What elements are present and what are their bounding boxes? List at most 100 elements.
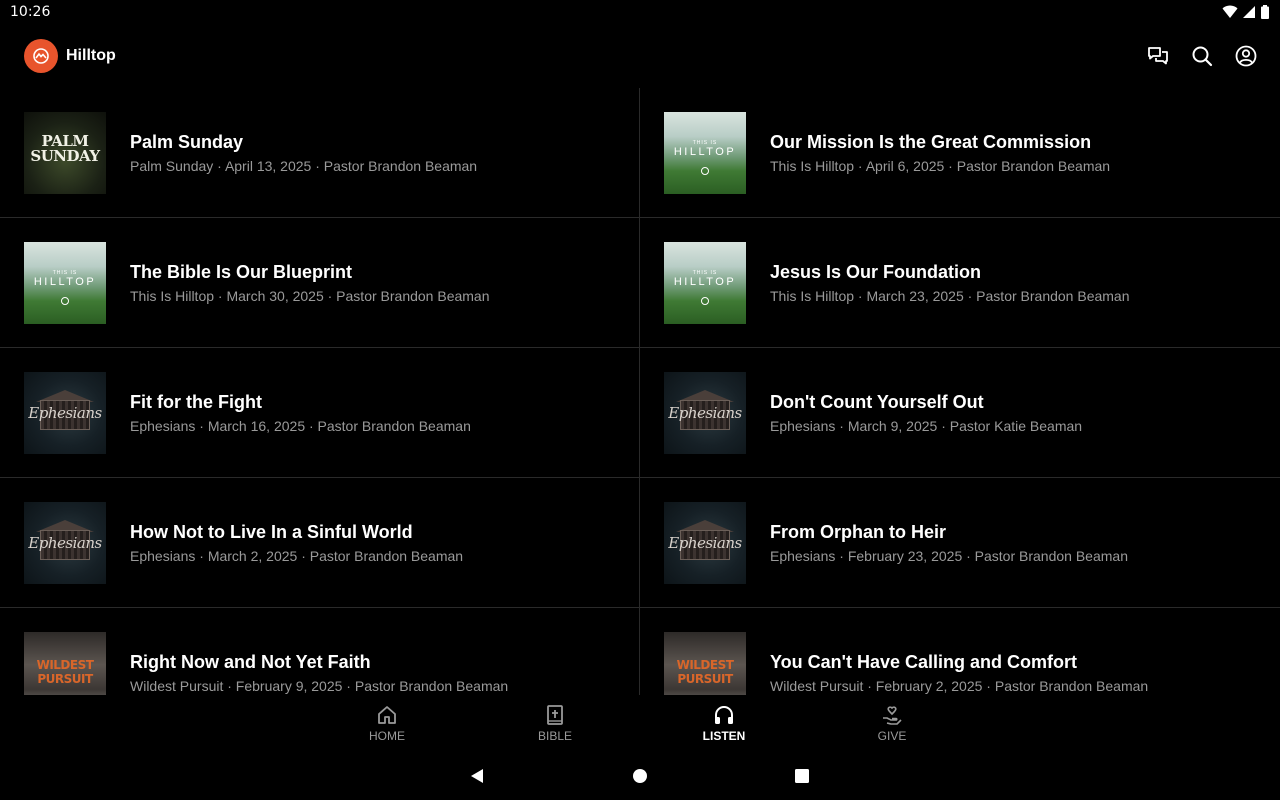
sermon-info: Jesus Is Our Foundation This Is Hilltop ·… (770, 262, 1130, 304)
sermon-info: From Orphan to Heir Ephesians · February … (770, 522, 1128, 564)
artwork-title: Ephesians (668, 403, 742, 422)
sermon-title: Our Mission Is the Great Commission (770, 131, 1092, 152)
sermon-item[interactable]: PALM SUNDAY Palm Sunday Palm Sunday · Apri… (0, 88, 640, 218)
sermon-artwork: Ephesians (24, 501, 106, 584)
sermon-title: Jesus Is Our Foundation (770, 261, 982, 282)
sermon-info: The Bible Is Our Blueprint This Is Hillto… (130, 262, 490, 304)
system-back-button[interactable] (468, 767, 486, 785)
sermon-artwork: THIS IS HILLTOP (664, 111, 746, 194)
sermon-info: How Not to Live In a Sinful World Ephesia… (130, 522, 463, 564)
sermon-info: Fit for the Fight Ephesians · March 16, 2… (130, 392, 471, 434)
sermon-meta: Wildest Pursuit · February 2, 2025 · Pas… (770, 677, 1149, 694)
sermon-item[interactable]: WILDEST PURSUIT Right Now and Not Yet Fai… (0, 608, 640, 695)
sermon-item[interactable]: Ephesians From Orphan to Heir Ephesians · … (640, 478, 1280, 608)
artwork-title: HILLTOP (673, 145, 737, 158)
nav-listen-label: LISTEN (702, 728, 746, 743)
sermon-title: You Can't Have Calling and Comfort (770, 651, 1077, 672)
app-title: Hilltop (66, 47, 116, 64)
bottom-nav: HOME BIBLE LISTEN GIVE (0, 695, 1280, 751)
nav-bible-label: BIBLE (537, 728, 573, 743)
hilltop-logo (24, 39, 58, 73)
back-triangle-icon (471, 769, 483, 783)
sermon-meta: Palm Sunday · April 13, 2025 · Pastor Br… (130, 157, 478, 174)
sermon-title: The Bible Is Our Blueprint (130, 261, 353, 282)
sermon-item[interactable]: Ephesians Don't Count Yourself Out Ephesia… (640, 348, 1280, 478)
search-button[interactable] (1190, 44, 1214, 68)
artwork-title: WILDEST PURSUIT (676, 657, 734, 686)
sermon-title: How Not to Live In a Sinful World (130, 521, 413, 542)
home-icon (378, 705, 396, 724)
sermon-artwork: THIS IS HILLTOP (664, 241, 746, 324)
sermon-item[interactable]: WILDEST PURSUIT You Can't Have Calling an… (640, 608, 1280, 695)
artwork-logo-icon (701, 166, 709, 175)
nav-give-label: GIVE (877, 728, 907, 743)
sermon-artwork: THIS IS HILLTOP (24, 241, 106, 324)
sermon-artwork: PALM SUNDAY (24, 111, 106, 194)
battery-icon (1261, 5, 1269, 19)
sermon-title: Fit for the Fight (130, 391, 262, 412)
sermon-info: Don't Count Yourself Out Ephesians · Marc… (770, 392, 1082, 434)
status-time: 10:26 (10, 4, 51, 20)
account-circle-icon (1235, 45, 1257, 67)
sermon-meta: Ephesians · March 16, 2025 · Pastor Bran… (130, 417, 471, 434)
sermon-item[interactable]: THIS IS HILLTOP The Bible Is Our Blueprint… (0, 218, 640, 348)
bible-icon (547, 704, 563, 725)
sermon-title: Palm Sunday (130, 131, 244, 152)
sermon-title: Don't Count Yourself Out (770, 391, 984, 412)
sermon-info: Right Now and Not Yet Faith Wildest Pursu… (130, 652, 508, 694)
sermon-item[interactable]: Ephesians Fit for the Fight Ephesians · Ma… (0, 348, 640, 478)
sermon-meta: This Is Hilltop · April 6, 2025 · Pastor… (770, 157, 1111, 174)
artwork-title: WILDEST PURSUIT (36, 657, 94, 686)
sermon-artwork: WILDEST PURSUIT (24, 631, 106, 695)
artwork-title: Ephesians (28, 533, 102, 552)
artwork-logo-icon (61, 296, 69, 305)
sermon-meta: Ephesians · March 2, 2025 · Pastor Brand… (130, 547, 464, 564)
nav-bible[interactable]: BIBLE (495, 695, 615, 751)
nav-listen[interactable]: LISTEN (664, 695, 784, 751)
signal-icon (1243, 6, 1255, 18)
sermon-info: You Can't Have Calling and Comfort Wildes… (770, 652, 1148, 694)
sermon-info: Palm Sunday Palm Sunday · April 13, 2025 … (130, 132, 477, 174)
app-actions (1146, 44, 1258, 68)
system-home-button[interactable] (631, 767, 649, 785)
sermon-item[interactable]: Ephesians How Not to Live In a Sinful Wor… (0, 478, 640, 608)
sermon-list: PALM SUNDAY Palm Sunday Palm Sunday · Apri… (0, 88, 1280, 695)
sermon-artwork: Ephesians (24, 371, 106, 454)
system-nav-bar (0, 751, 1280, 800)
home-circle-icon (633, 769, 647, 783)
recents-square-icon (795, 769, 809, 783)
sermon-item[interactable]: THIS IS HILLTOP Jesus Is Our Foundation Thi… (640, 218, 1280, 348)
sermon-meta: Ephesians · February 23, 2025 · Pastor B… (770, 547, 1128, 564)
sermon-info: Our Mission Is the Great Commission This … (770, 132, 1110, 174)
artwork-title: Ephesians (28, 403, 102, 422)
messages-button[interactable] (1146, 44, 1170, 68)
status-bar: 10:26 (0, 0, 1280, 24)
sermon-meta: Ephesians · March 9, 2025 · Pastor Katie… (770, 417, 1083, 434)
app-bar: Hilltop (0, 24, 1280, 88)
artwork-logo-icon (701, 296, 709, 305)
sermon-artwork: Ephesians (664, 371, 746, 454)
give-icon (883, 705, 902, 725)
nav-home-label: HOME (369, 728, 405, 743)
artwork-title: Ephesians (668, 533, 742, 552)
sermon-item[interactable]: THIS IS HILLTOP Our Mission Is the Great C… (640, 88, 1280, 218)
headphones-icon (715, 705, 733, 724)
sermon-title: From Orphan to Heir (770, 521, 947, 542)
sermon-meta: Wildest Pursuit · February 9, 2025 · Pas… (130, 677, 509, 694)
wifi-icon (1222, 5, 1238, 18)
chat-icon (1148, 47, 1168, 65)
sermon-grid: PALM SUNDAY Palm Sunday Palm Sunday · Apri… (0, 88, 1280, 695)
account-button[interactable] (1234, 44, 1258, 68)
sermon-meta: This Is Hilltop · March 30, 2025 · Pasto… (130, 287, 490, 304)
artwork-title: HILLTOP (33, 275, 97, 288)
nav-give[interactable]: GIVE (832, 695, 952, 751)
status-icons (1222, 5, 1270, 19)
artwork-title: HILLTOP (673, 275, 737, 288)
sermon-meta: This Is Hilltop · March 23, 2025 · Pasto… (770, 287, 1130, 304)
nav-home[interactable]: HOME (327, 695, 447, 751)
search-icon (1192, 46, 1213, 67)
sermon-artwork: WILDEST PURSUIT (664, 631, 746, 695)
sermon-title: Right Now and Not Yet Faith (130, 651, 371, 672)
system-recents-button[interactable] (793, 767, 811, 785)
sermon-artwork: Ephesians (664, 501, 746, 584)
